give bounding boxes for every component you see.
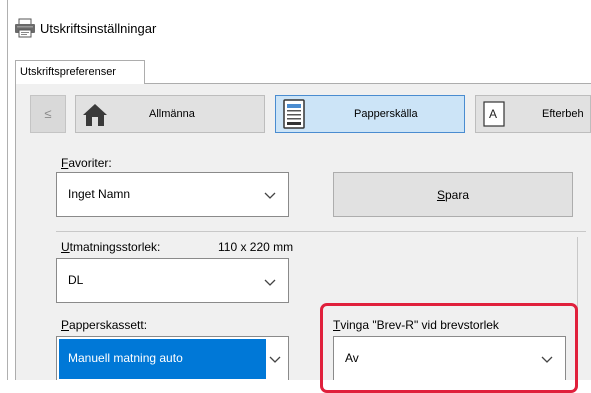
tab-utskriftspreferenser[interactable]: Utskriftspreferenser <box>15 60 145 84</box>
force-envelope-label: Tvinga "Brev-R" vid brevstorlek <box>333 318 499 332</box>
printer-icon <box>15 18 35 38</box>
favorites-label: Favoriter: <box>61 156 112 170</box>
chevron-down-icon <box>264 192 276 199</box>
force-envelope-value: Av <box>345 351 359 365</box>
nav-back-button[interactable]: ≤ <box>30 95 66 133</box>
chevron-down-icon <box>264 279 276 286</box>
svg-text:A: A <box>489 107 497 121</box>
nav-button-efterbehandling[interactable]: A Efterbeh <box>475 95 591 133</box>
save-button[interactable]: Spara <box>333 172 573 217</box>
window-border <box>7 0 8 380</box>
output-size-label: Utmatningsstorlek: <box>61 240 161 254</box>
home-icon <box>83 104 107 126</box>
nav-label-allmanna: Allmänna <box>149 108 195 120</box>
favorites-value: Inget Namn <box>68 187 131 201</box>
nav-label-papperskalla: Papperskälla <box>354 108 418 120</box>
chevron-down-icon <box>269 356 281 363</box>
finishing-icon: A <box>483 101 505 127</box>
output-size-value: DL <box>68 273 84 287</box>
nav-button-allmanna[interactable]: Allmänna <box>75 95 265 133</box>
favorites-select[interactable]: Inget Namn <box>56 172 289 217</box>
output-size-select[interactable]: DL <box>56 258 289 303</box>
paper-tray-select[interactable]: Manuell matning auto <box>56 336 289 380</box>
output-size-dimensions: 110 x 220 mm <box>218 240 294 254</box>
chevron-down-icon <box>541 356 553 363</box>
force-envelope-select[interactable]: Av <box>333 336 566 380</box>
paper-tray-label: Papperskassett: <box>61 318 148 332</box>
window-title: Utskriftsinställningar <box>40 21 157 36</box>
section-divider <box>56 231 586 232</box>
nav-button-papperskalla[interactable]: Papperskälla <box>275 95 465 133</box>
paper-tray-value: Manuell matning auto <box>68 351 183 365</box>
nav-label-efterbehandling: Efterbeh <box>542 108 584 120</box>
paper-tray-icon <box>283 99 305 129</box>
